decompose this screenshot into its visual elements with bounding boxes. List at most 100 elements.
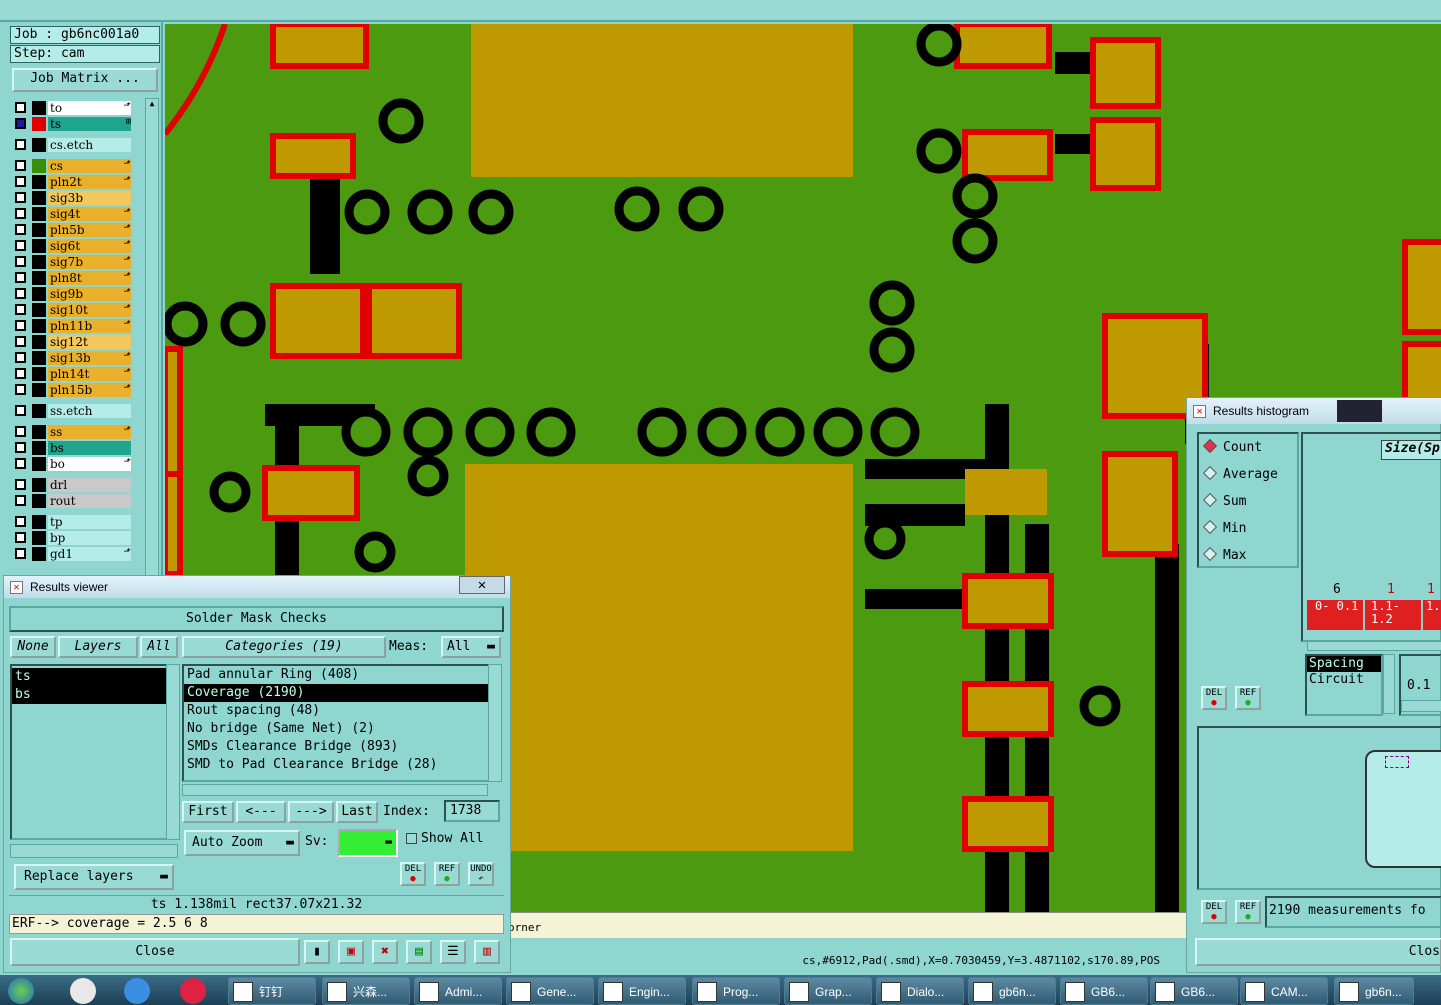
layer-row-cs[interactable]: cs ⬏ <box>12 159 134 173</box>
bird-app-icon[interactable] <box>124 978 150 1004</box>
layer-color-swatch[interactable] <box>32 335 46 349</box>
prev-button[interactable]: <--- <box>236 801 286 823</box>
max-radio[interactable]: Max <box>1202 546 1246 563</box>
taskbar-item[interactable]: gb6n... <box>1334 977 1414 1005</box>
layer-color-swatch[interactable] <box>32 494 46 508</box>
layer-color-swatch[interactable] <box>32 478 46 492</box>
min-radio[interactable]: Min <box>1202 519 1246 536</box>
layer-checkbox[interactable] <box>15 368 26 379</box>
layer-color-swatch[interactable] <box>32 441 46 455</box>
layer-checkbox[interactable] <box>15 192 26 203</box>
scroll-up-icon[interactable]: ▲ <box>147 99 157 111</box>
taskbar-item[interactable]: Admi... <box>414 977 502 1005</box>
value-slider[interactable] <box>1401 700 1441 712</box>
histogram-bar[interactable]: 0- 0.1 <box>1307 600 1363 630</box>
layer-color-swatch[interactable] <box>32 223 46 237</box>
category-item[interactable]: Pad annular Ring (408) <box>184 666 488 684</box>
categories-hscrollbar[interactable] <box>182 784 488 796</box>
categories-button[interactable]: Categories (19) <box>182 636 386 658</box>
layer-color-swatch[interactable] <box>32 425 46 439</box>
layer-row-bp[interactable]: bp <box>12 531 134 545</box>
layer-color-swatch[interactable] <box>32 404 46 418</box>
layer-results-list[interactable]: ts bs <box>10 664 168 840</box>
taskbar-item[interactable]: Prog... <box>692 977 780 1005</box>
layer-checkbox[interactable] <box>15 272 26 283</box>
next-button[interactable]: ---> <box>288 801 334 823</box>
layer-checkbox[interactable] <box>15 548 26 559</box>
histogram-bar[interactable]: 1.1- 1.2 <box>1365 600 1421 630</box>
layer-checkbox[interactable] <box>15 256 26 267</box>
categories-scrollbar[interactable] <box>488 664 502 782</box>
layer-checkbox[interactable] <box>15 384 26 395</box>
layer-color-swatch[interactable] <box>32 101 46 115</box>
layer-row-tp[interactable]: tp <box>12 515 134 529</box>
layer-checkbox[interactable] <box>15 336 26 347</box>
layer-checkbox[interactable] <box>15 516 26 527</box>
layer-row-rout[interactable]: rout <box>12 494 134 508</box>
sum-radio[interactable]: Sum <box>1202 492 1246 509</box>
taskbar-item[interactable]: 钉钉 <box>228 977 316 1005</box>
layer-color-swatch[interactable] <box>32 175 46 189</box>
undo-button[interactable]: UNDO ↶ <box>468 862 494 886</box>
meas-select[interactable]: All ▬ <box>441 636 501 658</box>
layer-color-swatch[interactable] <box>32 383 46 397</box>
list-item[interactable]: bs <box>12 686 166 704</box>
ref-button[interactable]: REF ● <box>434 862 460 886</box>
histogram-icon[interactable]: ▥ <box>474 940 500 964</box>
layer-row-pln2t[interactable]: pln2t ⬏ <box>12 175 134 189</box>
category-item[interactable]: No bridge (Same Net) (2) <box>184 720 488 738</box>
graph-icon[interactable]: ▮ <box>304 940 330 964</box>
del-button[interactable]: DEL ● <box>1201 686 1227 710</box>
layers-button[interactable]: Layers <box>58 636 138 658</box>
layer-checkbox[interactable] <box>15 320 26 331</box>
layer-row-pln15b[interactable]: pln15b ⬏ <box>12 383 134 397</box>
ref-button[interactable]: REF ● <box>1235 900 1261 924</box>
layer-color-swatch[interactable] <box>32 117 46 131</box>
job-matrix-button[interactable]: Job Matrix ... <box>12 68 158 92</box>
layer-color-swatch[interactable] <box>32 159 46 173</box>
layer-row-gd1[interactable]: gd1 ⬏ <box>12 547 134 561</box>
layer-row-pln5b[interactable]: pln5b ⬏ <box>12 223 134 237</box>
layer-checkbox[interactable] <box>15 442 26 453</box>
histogram-bar[interactable]: 1. <box>1423 600 1441 630</box>
layer-row-pln11b[interactable]: pln11b ⬏ <box>12 319 134 333</box>
layer-color-swatch[interactable] <box>32 207 46 221</box>
replace-layers-select[interactable]: Replace layers ▬ <box>14 864 174 890</box>
layer-checkbox[interactable] <box>15 176 26 187</box>
first-button[interactable]: First <box>182 801 234 823</box>
taskbar-item[interactable]: 兴森... <box>322 977 410 1005</box>
layer-row-sig13b[interactable]: sig13b ⬏ <box>12 351 134 365</box>
none-button[interactable]: None <box>10 636 56 658</box>
export-icon[interactable]: ▤ <box>406 940 432 964</box>
chart-hscrollbar[interactable] <box>1307 641 1441 651</box>
layer-row-pln8t[interactable]: pln8t ⬏ <box>12 271 134 285</box>
layer-color-swatch[interactable] <box>32 138 46 152</box>
layer-color-swatch[interactable] <box>32 319 46 333</box>
layer-color-swatch[interactable] <box>32 255 46 269</box>
count-radio[interactable]: Count <box>1202 438 1262 455</box>
layer-checkbox[interactable] <box>15 479 26 490</box>
histogram-close-button[interactable]: Clos <box>1195 938 1441 966</box>
sv-color-select[interactable]: ▬ <box>338 829 398 857</box>
category-item[interactable]: Rout spacing (48) <box>184 702 488 720</box>
layer-checkbox[interactable] <box>15 224 26 235</box>
category-item-selected[interactable]: Coverage (2190) <box>184 684 488 702</box>
category-item[interactable]: SMD to Pad Clearance Bridge (28) <box>184 756 488 774</box>
window-close-button[interactable]: ✕ <box>459 576 505 594</box>
layer-row-sig10t[interactable]: sig10t ⬏ <box>12 303 134 317</box>
taskbar-item[interactable]: Grap... <box>784 977 872 1005</box>
layer-row-drl[interactable]: drl <box>12 478 134 492</box>
taskbar-item[interactable]: Dialo... <box>876 977 964 1005</box>
layer-row-sig4t[interactable]: sig4t ⬏ <box>12 207 134 221</box>
layer-checkbox[interactable] <box>15 240 26 251</box>
last-button[interactable]: Last <box>336 801 378 823</box>
layer-checkbox[interactable] <box>15 160 26 171</box>
layer-checkbox[interactable] <box>15 405 26 416</box>
layer-row-pln14t[interactable]: pln14t ⬏ <box>12 367 134 381</box>
layer-color-swatch[interactable] <box>32 515 46 529</box>
layer-checkbox[interactable] <box>15 426 26 437</box>
layer-checkbox[interactable] <box>15 532 26 543</box>
layer-color-swatch[interactable] <box>32 457 46 471</box>
layer-list-scrollbar[interactable] <box>166 664 180 840</box>
layer-row-to[interactable]: to ⬏ <box>12 101 134 115</box>
